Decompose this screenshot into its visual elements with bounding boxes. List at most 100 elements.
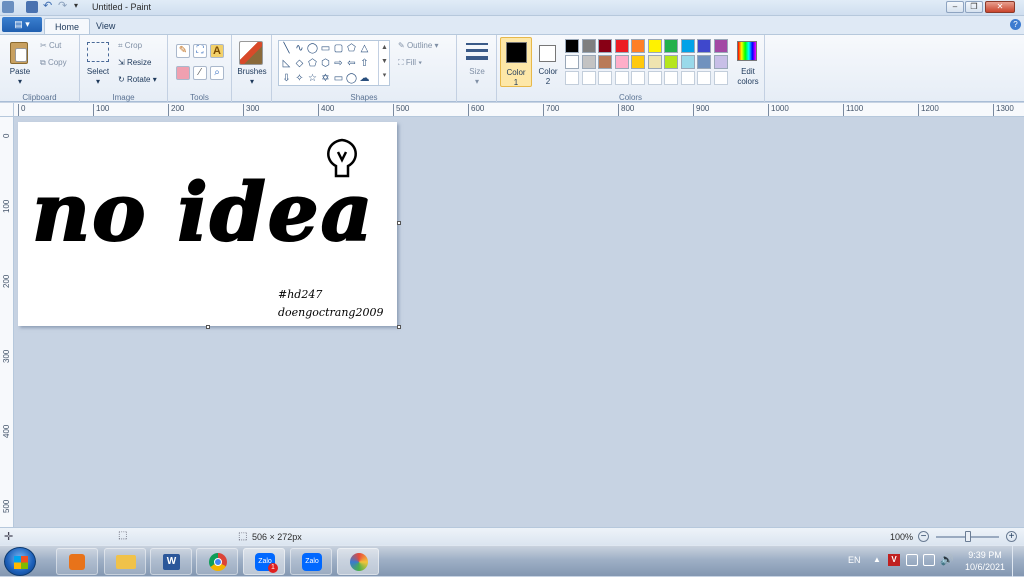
network-icon[interactable] — [923, 554, 935, 566]
taskbar-media-player[interactable] — [56, 548, 98, 575]
tab-view[interactable]: View — [86, 18, 125, 34]
maximize-button[interactable]: ❐ — [965, 1, 983, 13]
volume-icon[interactable]: 🔊 — [940, 553, 954, 566]
size-dropdown-icon[interactable]: ▾ — [457, 77, 497, 86]
five-point-star-shape-icon[interactable]: ☆ — [306, 73, 319, 84]
select-dropdown-icon[interactable]: ▾ — [84, 77, 112, 86]
edit-colors-button[interactable]: Edit colors — [734, 37, 762, 87]
cut-button[interactable]: ✂ Cut — [40, 41, 61, 50]
save-icon[interactable] — [26, 1, 38, 13]
palette-swatch[interactable] — [713, 55, 728, 69]
brushes-label[interactable]: Brushes — [232, 67, 272, 76]
size-label[interactable]: Size — [457, 67, 497, 76]
line-shape-icon[interactable]: ╲ — [280, 43, 293, 54]
color1-button[interactable]: Color 1 — [500, 37, 532, 87]
crop-button[interactable]: ⌗ Crop — [118, 41, 142, 51]
up-arrow-shape-icon[interactable]: ⇧ — [358, 58, 371, 69]
palette-swatch[interactable] — [647, 71, 662, 85]
six-point-star-shape-icon[interactable]: ✡ — [319, 73, 332, 84]
palette-swatch[interactable] — [664, 71, 678, 85]
quick-access-dropdown-icon[interactable]: ▾ — [74, 1, 86, 13]
right-triangle-shape-icon[interactable]: ◺ — [280, 58, 293, 69]
palette-swatch[interactable] — [631, 71, 645, 85]
palette-swatch[interactable] — [631, 39, 645, 53]
palette-swatch[interactable] — [664, 39, 678, 53]
taskbar-zalo-1[interactable]: Zalo 1 — [243, 548, 285, 575]
palette-swatch[interactable] — [598, 55, 612, 69]
polygon-shape-icon[interactable]: ⬠ — [345, 43, 358, 54]
taskbar-word[interactable]: W — [150, 548, 192, 575]
color-picker-icon[interactable]: ⁄ — [193, 66, 207, 80]
rectangle-shape-icon[interactable]: ▭ — [319, 43, 332, 54]
zoom-in-button[interactable]: + — [1006, 531, 1017, 542]
shapes-scroll[interactable]: ▲ ▼ ▾ — [378, 41, 390, 85]
fill-button[interactable]: ⛶ Fill ▾ — [398, 58, 422, 68]
brushes-dropdown-icon[interactable]: ▾ — [232, 77, 272, 86]
pentagon-shape-icon[interactable]: ⬠ — [306, 58, 319, 69]
fill-bucket-icon[interactable]: ⛶ — [193, 44, 207, 58]
canvas-resize-handle-corner[interactable] — [397, 325, 401, 329]
palette-swatch[interactable] — [581, 39, 596, 53]
palette-swatch[interactable] — [565, 71, 579, 85]
clock-date[interactable]: 10/6/2021 — [962, 562, 1008, 572]
palette-swatch[interactable] — [713, 39, 728, 53]
copy-button[interactable]: ⧉ Copy — [40, 58, 67, 68]
close-button[interactable]: ✕ — [985, 1, 1015, 13]
down-arrow-shape-icon[interactable]: ⇩ — [280, 73, 293, 84]
size-icon[interactable] — [466, 43, 488, 63]
oval-shape-icon[interactable]: ◯ — [306, 43, 319, 54]
file-menu-button[interactable]: ▤ ▾ — [2, 17, 42, 32]
rotate-button[interactable]: ↻ Rotate ▾ — [118, 75, 157, 84]
zoom-slider-thumb[interactable] — [965, 531, 971, 542]
pencil-icon[interactable]: ✎ — [176, 44, 190, 58]
text-tool-icon[interactable]: A — [210, 44, 224, 58]
palette-swatch[interactable] — [614, 55, 629, 69]
four-point-star-shape-icon[interactable]: ✧ — [293, 73, 306, 84]
canvas-resize-handle-right[interactable] — [397, 221, 401, 225]
palette-swatch[interactable] — [680, 71, 695, 85]
palette-swatch[interactable] — [697, 55, 711, 69]
zoom-out-button[interactable]: − — [918, 531, 929, 542]
palette-swatch[interactable] — [598, 39, 612, 53]
eraser-icon[interactable] — [176, 66, 190, 80]
callout-cloud-shape-icon[interactable]: ☁ — [358, 73, 371, 84]
language-indicator[interactable]: EN — [848, 555, 861, 565]
color2-button[interactable]: Color 2 — [534, 37, 562, 87]
palette-swatch[interactable] — [697, 71, 711, 85]
left-arrow-shape-icon[interactable]: ⇦ — [345, 58, 358, 69]
select-icon[interactable] — [87, 42, 109, 62]
select-label[interactable]: Select — [84, 67, 112, 76]
drawing-canvas[interactable]: no idea #hd247 doengoctrang2009 — [18, 122, 397, 326]
antivirus-tray-icon[interactable]: V — [888, 554, 900, 566]
rounded-rectangle-shape-icon[interactable]: ▢ — [332, 43, 345, 54]
right-arrow-shape-icon[interactable]: ⇨ — [332, 58, 345, 69]
tab-home[interactable]: Home — [44, 18, 91, 34]
taskbar-chrome[interactable] — [196, 548, 238, 575]
palette-swatch[interactable] — [614, 39, 629, 53]
palette-swatch[interactable] — [713, 71, 728, 85]
minimize-button[interactable]: – — [946, 1, 964, 13]
show-desktop-button[interactable] — [1012, 546, 1024, 577]
tray-app-icon[interactable] — [906, 554, 918, 566]
palette-swatch[interactable] — [598, 71, 612, 85]
taskbar-paint[interactable] — [337, 548, 379, 575]
palette-swatch[interactable] — [631, 55, 645, 69]
palette-swatch[interactable] — [680, 55, 695, 69]
tray-expand-icon[interactable]: ▲ — [873, 555, 881, 564]
clock-time[interactable]: 9:39 PM — [962, 550, 1008, 560]
paste-dropdown-icon[interactable]: ▾ — [6, 77, 34, 86]
start-button[interactable] — [4, 547, 36, 576]
callout-rect-shape-icon[interactable]: ▭ — [332, 73, 345, 84]
diamond-shape-icon[interactable]: ◇ — [293, 58, 306, 69]
undo-icon[interactable]: ↶ — [43, 1, 55, 13]
curve-shape-icon[interactable]: ∿ — [293, 43, 306, 54]
palette-swatch[interactable] — [565, 55, 579, 69]
canvas-resize-handle-bottom[interactable] — [206, 325, 210, 329]
resize-button[interactable]: ⇲ Resize — [118, 58, 151, 67]
paste-button[interactable] — [8, 40, 30, 66]
palette-swatch[interactable] — [697, 39, 711, 53]
redo-icon[interactable]: ↷ — [58, 1, 70, 13]
palette-swatch[interactable] — [565, 39, 579, 53]
palette-swatch[interactable] — [664, 55, 678, 69]
palette-swatch[interactable] — [647, 39, 662, 53]
